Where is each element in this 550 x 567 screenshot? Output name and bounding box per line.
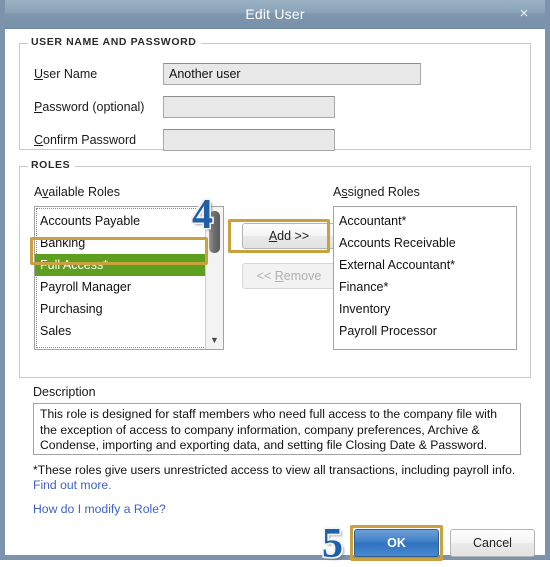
asterisk-footnote: *These roles give users unrestricted acc… — [33, 463, 516, 477]
close-icon[interactable]: × — [513, 0, 535, 28]
assigned-role-item[interactable]: Finance* — [334, 276, 516, 298]
available-roles-label: Available Roles — [34, 185, 120, 199]
assigned-role-item[interactable]: Accountant* — [334, 210, 516, 232]
confirm-password-label-text: onfirm Password — [43, 133, 137, 147]
scroll-down-arrow-icon[interactable]: ▼ — [206, 332, 223, 348]
scrollbar-thumb[interactable] — [209, 211, 220, 253]
edit-user-dialog: Edit User × USER NAME AND PASSWORD User … — [0, 0, 550, 565]
user-name-label-text: ser Name — [43, 67, 98, 81]
password-label: Password (optional) — [34, 96, 144, 118]
available-role-item[interactable]: Payroll Manager — [35, 276, 223, 298]
available-role-item[interactable]: Accounts Payable — [35, 210, 223, 232]
assigned-role-item[interactable]: Accounts Receivable — [334, 232, 516, 254]
assigned-role-item[interactable]: External Accountant* — [334, 254, 516, 276]
assigned-role-item[interactable]: Inventory — [334, 298, 516, 320]
cancel-button[interactable]: Cancel — [450, 529, 535, 557]
user-name-password-group: USER NAME AND PASSWORD User Name Another… — [19, 36, 531, 151]
annotation-step-5: 5 — [322, 521, 343, 567]
confirm-password-accel: C — [34, 133, 44, 147]
assigned-roles-listbox[interactable]: Accountant* Accounts Receivable External A… — [333, 206, 517, 350]
add-button-label: dd >> — [277, 229, 310, 243]
remove-button-prefix: << — [256, 269, 275, 283]
available-roles-scrollbar[interactable]: ▼ — [205, 207, 223, 349]
description-box: This role is designed for staff members … — [33, 403, 521, 455]
available-roles-listbox[interactable]: Accounts Payable Banking Full Access* Payro… — [34, 206, 224, 350]
available-role-item[interactable]: Full Access* — [35, 254, 223, 276]
password-row: Password (optional) — [34, 96, 514, 118]
user-name-accel: U — [34, 67, 44, 81]
assigned-roles-label: Assigned Roles — [333, 185, 420, 199]
description-label: Description — [33, 385, 96, 399]
user-name-input[interactable]: Another user — [163, 63, 421, 85]
dialog-titlebar: Edit User × — [5, 0, 545, 29]
available-role-item[interactable]: Sales — [35, 320, 223, 342]
add-button-accel: A — [268, 229, 278, 243]
confirm-password-label: Confirm Password — [34, 129, 136, 151]
assigned-roles-label-text: signed Roles — [347, 185, 420, 199]
available-roles-items: Accounts Payable Banking Full Access* Payro… — [35, 207, 223, 342]
user-name-label: User Name — [34, 63, 97, 85]
remove-button-label: emove — [283, 269, 322, 283]
user-name-row: User Name Another user — [34, 63, 514, 85]
confirm-password-input[interactable] — [163, 129, 335, 151]
roles-group: ROLES Available Roles Accounts Payable Ba… — [19, 159, 531, 378]
confirm-password-row: Confirm Password — [34, 129, 514, 151]
assigned-roles-items: Accountant* Accounts Receivable External A… — [334, 207, 516, 342]
remove-button-accel: R — [274, 269, 284, 283]
password-input[interactable] — [163, 96, 335, 118]
ok-button[interactable]: OK — [354, 529, 439, 557]
find-out-more-link[interactable]: Find out more. — [33, 478, 112, 492]
assigned-role-item[interactable]: Payroll Processor — [334, 320, 516, 342]
modify-role-link[interactable]: How do I modify a Role? — [33, 502, 166, 516]
available-roles-label-prefix: A — [34, 185, 43, 199]
available-roles-label-text: ailable Roles — [48, 185, 120, 199]
available-role-item[interactable]: Purchasing — [35, 298, 223, 320]
add-role-button[interactable]: Add >> — [242, 223, 336, 249]
remove-role-button[interactable]: << Remove — [242, 263, 336, 289]
dialog-title: Edit User — [245, 6, 305, 22]
available-role-item[interactable]: Banking — [35, 232, 223, 254]
dialog-body: USER NAME AND PASSWORD User Name Another… — [10, 29, 540, 565]
roles-legend: ROLES — [28, 159, 76, 171]
user-name-password-legend: USER NAME AND PASSWORD — [28, 36, 202, 48]
password-label-text: assword (optional) — [42, 100, 145, 114]
